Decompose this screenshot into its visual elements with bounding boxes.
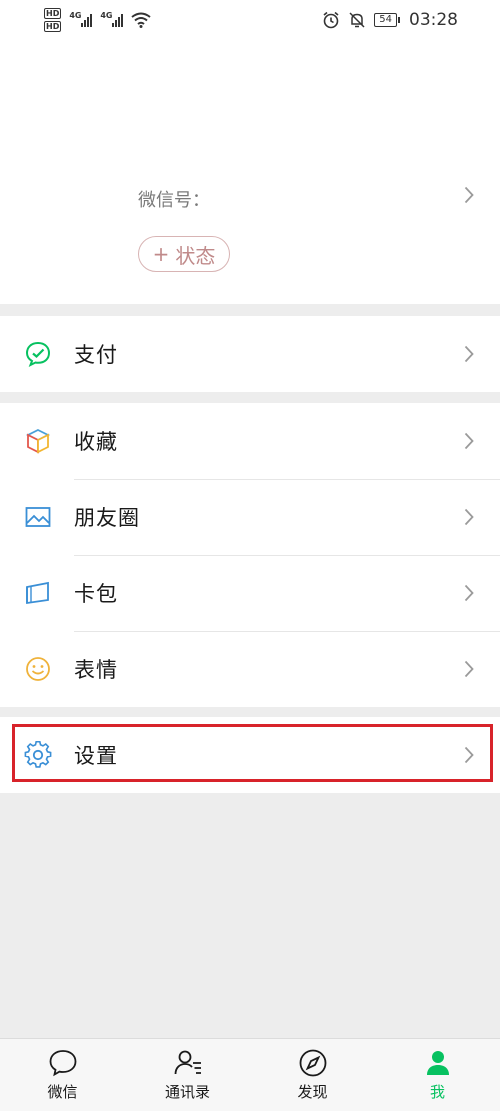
card-icon [26,581,49,605]
chevron-right-icon [464,660,474,678]
profile-header[interactable]: 微信号： + 状态 [0,40,500,304]
network-type-2: 4G [100,11,113,20]
signal-1-icon: 4G [69,11,93,27]
tab-label: 发现 [297,1083,328,1101]
tab-label: 我 [429,1083,445,1101]
menu-item-label: 收藏 [74,430,118,454]
menu-item-label: 卡包 [74,582,118,606]
tab-discover[interactable]: 发现 [250,1039,375,1111]
network-type-1: 4G [69,11,82,20]
clock: 03:28 [409,10,458,30]
chevron-right-icon [464,584,474,602]
pay-group: 支付 [0,316,500,392]
status-bar: HD HD 4G 4G 54 03:28 [0,0,500,40]
chevron-right-icon [464,345,474,363]
signal-2-icon: 4G [100,11,124,27]
menu-item-label: 表情 [74,658,118,682]
tab-me[interactable]: 我 [375,1039,500,1111]
chevron-right-icon [464,746,474,764]
person-icon [426,1051,449,1075]
menu-item-label: 设置 [74,744,118,768]
battery-icon: 54 [374,13,400,27]
bottom-tab-bar: 微信 通讯录 发现 我 [0,1038,500,1111]
menu-item-label: 支付 [74,343,118,367]
wechat-pay-icon [25,341,51,368]
status-left: HD HD 4G 4G [44,8,151,32]
smiley-icon [26,657,50,681]
chevron-right-icon [464,508,474,526]
status-right: 54 03:28 [322,10,458,30]
menu-item-favorites[interactable]: 收藏 [0,403,500,479]
tab-contacts[interactable]: 通讯录 [125,1039,250,1111]
alarm-icon [323,11,339,29]
menu-item-label: 朋友圈 [74,506,140,530]
menu-item-settings[interactable]: 设置 [0,717,500,793]
compass-icon [299,1049,326,1077]
status-button-label: 状态 [175,243,216,268]
cube-icon [25,428,51,454]
chevron-right-icon [464,186,474,204]
plus-icon: + [152,242,170,266]
tab-chats[interactable]: 微信 [0,1039,125,1111]
wifi-icon [131,12,151,28]
wechat-id-label: 微信号： [138,190,210,211]
chat-bubble-icon [49,1050,76,1077]
contacts-icon [174,1050,201,1075]
menu-item-stickers[interactable]: 表情 [0,631,500,707]
menu-item-pay[interactable]: 支付 [0,316,500,392]
hd-badge-2: HD [44,21,62,32]
tab-label: 通讯录 [164,1083,210,1101]
add-status-button[interactable]: + 状态 [138,236,230,272]
menu-item-moments[interactable]: 朋友圈 [0,479,500,555]
hd-indicators: HD HD [44,8,62,32]
picture-icon [25,507,51,527]
services-group: 收藏 朋友圈 卡包 表情 [0,403,500,707]
menu-item-cards[interactable]: 卡包 [0,555,500,631]
chevron-right-icon [464,432,474,450]
gear-icon [24,741,52,768]
hd-badge-1: HD [44,8,62,19]
tab-label: 微信 [47,1083,78,1101]
settings-group: 设置 [0,717,500,793]
mute-bell-icon [349,12,365,28]
